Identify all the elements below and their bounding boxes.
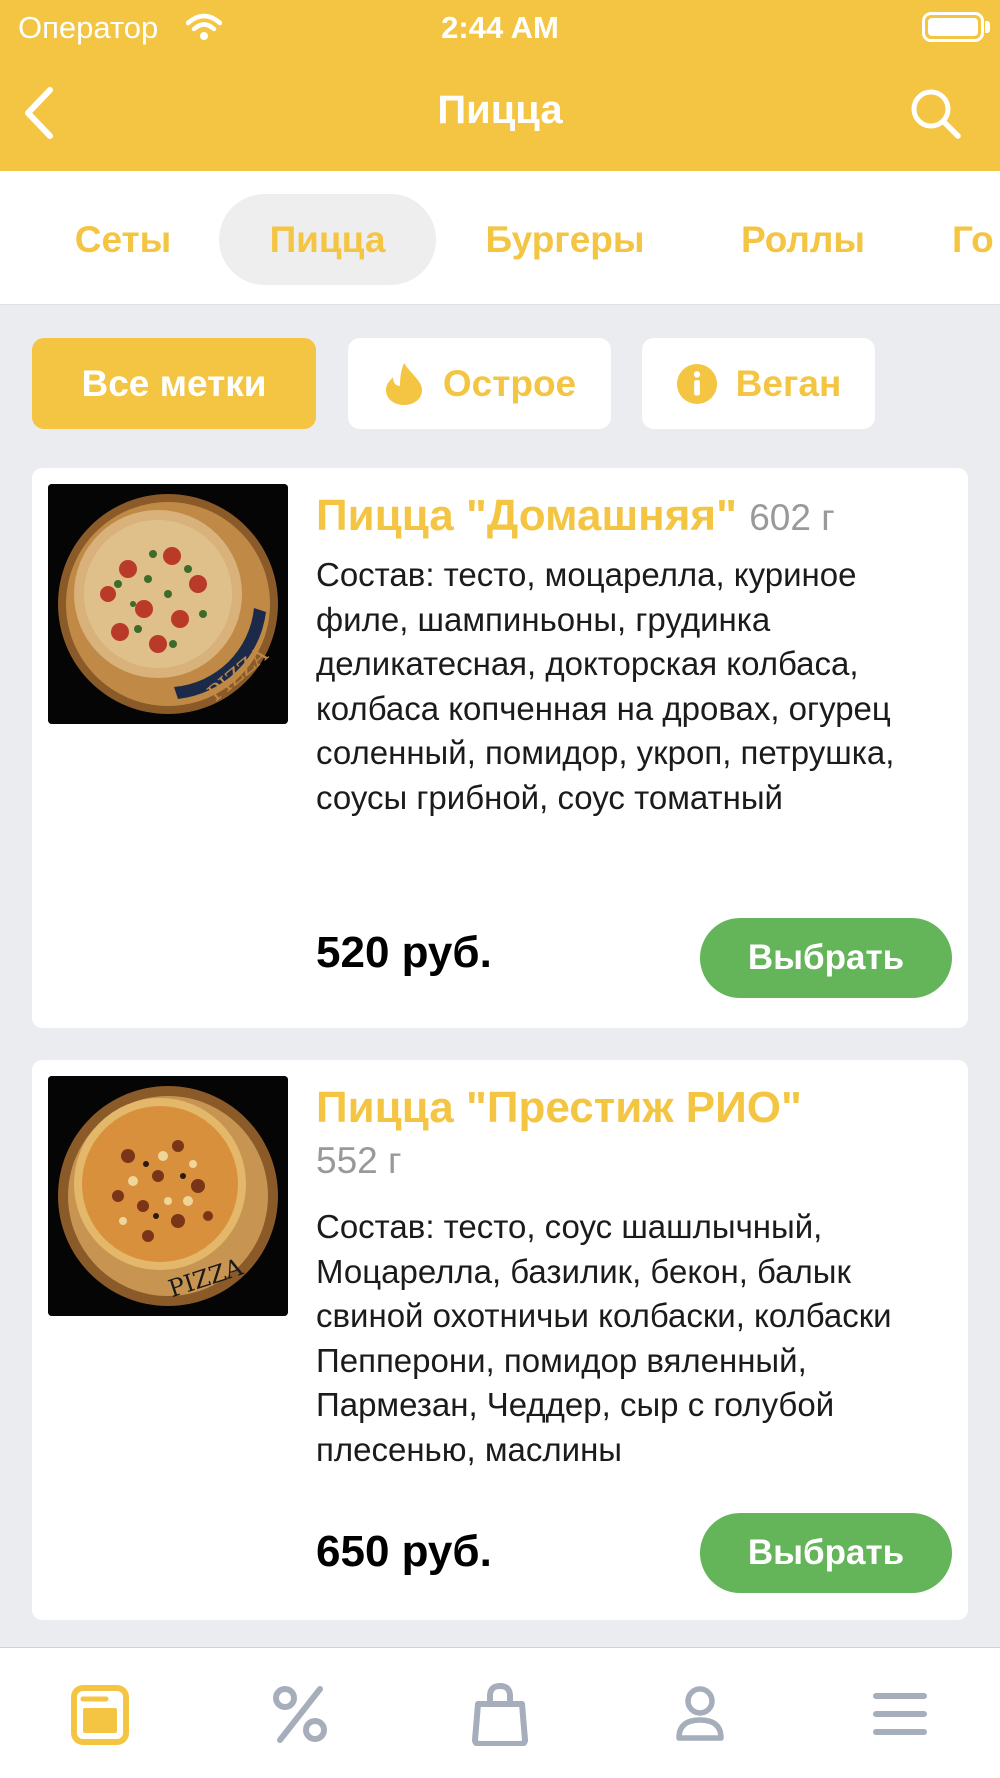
- tab-rolls[interactable]: Роллы: [716, 194, 890, 285]
- tabbar-profile[interactable]: [600, 1648, 800, 1778]
- product-weight: 552 г: [316, 1140, 402, 1181]
- hamburger-menu-icon: [873, 1693, 927, 1735]
- tabbar-promotions[interactable]: [200, 1648, 400, 1778]
- search-icon[interactable]: [908, 86, 964, 142]
- product-image: PIZZA: [48, 484, 288, 724]
- filter-label: Острое: [442, 362, 577, 404]
- info-icon: [676, 363, 717, 404]
- filter-label: Все метки: [81, 362, 267, 404]
- battery-nub: [985, 21, 990, 33]
- product-price: 520 руб.: [316, 928, 492, 977]
- pizza-photo: PIZZA: [48, 1076, 288, 1316]
- filter-spicy[interactable]: Острое: [348, 338, 611, 429]
- tab-sets[interactable]: Сеты: [50, 194, 196, 285]
- product-image: PIZZA: [48, 1076, 288, 1316]
- select-button[interactable]: Выбрать: [700, 1513, 952, 1593]
- product-card[interactable]: PIZZA Пицца "Престиж РИО" 552 г Состав: …: [32, 1060, 968, 1620]
- tab-pizza[interactable]: Пицца: [219, 194, 436, 285]
- category-tabs: Сеты Пицца Бургеры Роллы Го: [0, 171, 1000, 305]
- tabbar-cart[interactable]: [400, 1648, 600, 1778]
- tab-burgers[interactable]: Бургеры: [470, 194, 660, 285]
- status-time: 2:44 AM: [441, 10, 559, 45]
- profile-icon: [676, 1686, 724, 1741]
- product-price: 650 руб.: [316, 1527, 492, 1576]
- product-card[interactable]: PIZZA Пицца "Домашняя" 602 г Состав: тес…: [32, 468, 968, 1028]
- product-description: Состав: тесто, моцарелла, куриное филе, …: [316, 556, 895, 816]
- product-title: Пицца "Домашняя" 602 г: [316, 490, 952, 544]
- nav-header: Оператор 2:44 AM Пицца: [0, 0, 1000, 171]
- tab-more[interactable]: Го: [952, 194, 1000, 285]
- bottom-tab-bar: [0, 1647, 1000, 1778]
- filter-all-tags[interactable]: Все метки: [32, 338, 316, 429]
- select-button[interactable]: Выбрать: [700, 918, 952, 998]
- battery-icon: [922, 12, 984, 42]
- menu-book-icon: [71, 1685, 129, 1745]
- product-title: Пицца "Престиж РИО": [316, 1083, 802, 1132]
- status-bar: Оператор 2:44 AM: [0, 0, 1000, 56]
- flame-icon: [385, 362, 422, 405]
- product-description: Состав: тесто, соус шашлычный, Моцарелла…: [316, 1208, 892, 1468]
- filter-bar: Все метки Острое Веган: [0, 305, 1000, 435]
- product-weight: 602 г: [749, 497, 835, 538]
- filter-label: Веган: [735, 362, 842, 404]
- pizza-photo: PIZZA: [48, 484, 288, 724]
- filter-vegan[interactable]: Веган: [642, 338, 875, 429]
- percent-icon: [273, 1686, 327, 1743]
- tabbar-menu[interactable]: [0, 1648, 200, 1778]
- tabbar-more[interactable]: [800, 1648, 1000, 1778]
- product-name: Пицца "Домашняя": [316, 491, 737, 540]
- page-title: Пицца: [437, 88, 563, 132]
- shopping-bag-icon: [472, 1682, 528, 1746]
